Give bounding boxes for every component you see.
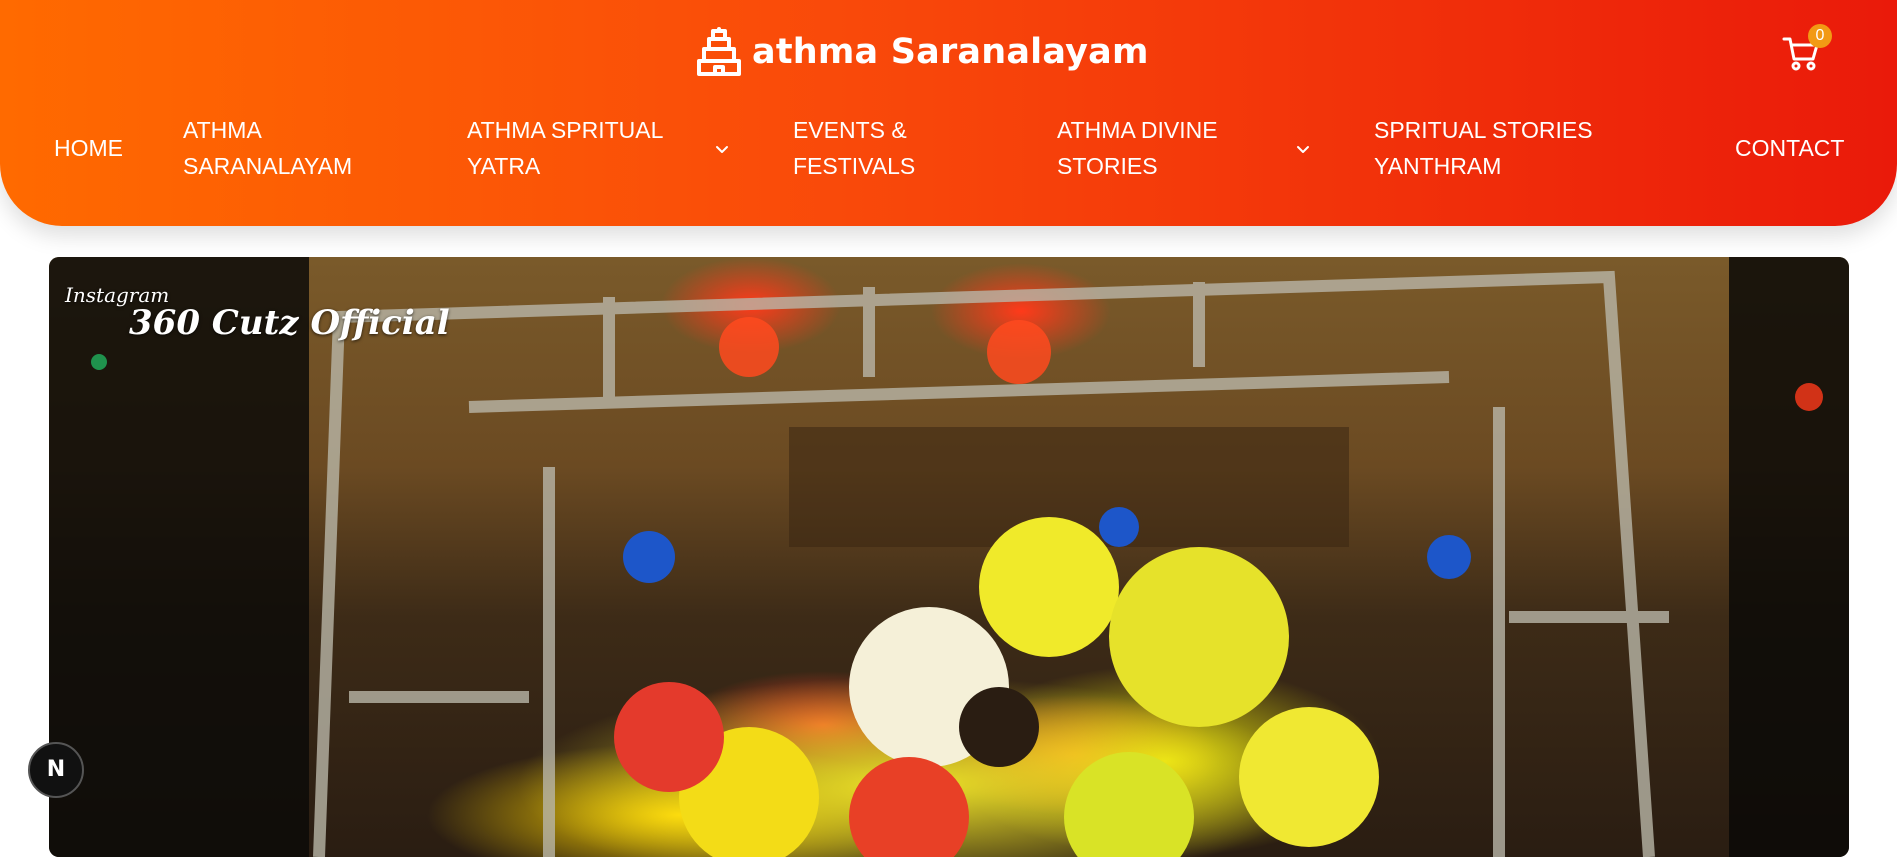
nav-spritual-stories-yanthram[interactable]: SPRITUAL STORIES YANTHRAM — [1374, 112, 1593, 184]
nav-athma-spritual-yatra-line-1: ATHMA SPRITUAL — [467, 117, 664, 143]
nav-athma-spritual-yatra[interactable]: ATHMA SPRITUAL YATRA — [467, 112, 663, 184]
nav-events-festivals[interactable]: EVENTS & FESTIVALS — [793, 112, 915, 184]
nav-home[interactable]: HOME — [54, 130, 123, 166]
chevron-down-icon[interactable] — [714, 141, 730, 157]
nav-spritual-stories-yanthram-line-1: SPRITUAL STORIES — [1374, 117, 1593, 143]
nav-athma-saranalayam[interactable]: ATHMA SARANALAYAM — [183, 112, 352, 184]
hero-image: Instagram 360 Cutz Official — [49, 257, 1849, 857]
cart-button[interactable]: 0 — [1782, 24, 1832, 74]
nav-athma-divine-stories-line-1: ATHMA DIVINE — [1057, 117, 1218, 143]
nav-contact[interactable]: CONTACT — [1735, 130, 1844, 166]
dev-badge-label: N — [46, 757, 66, 782]
chevron-down-icon[interactable] — [1295, 141, 1311, 157]
temple-gopuram-icon — [697, 27, 741, 76]
watermark-main: 360 Cutz Official — [129, 303, 450, 343]
nav-athma-divine-stories-line-2: STORIES — [1057, 153, 1158, 179]
instagram-watermark: Instagram 360 Cutz Official — [65, 283, 450, 343]
brand-name: athma Saranalayam — [752, 32, 1149, 72]
nav-athma-saranalayam-line-2: SARANALAYAM — [183, 153, 353, 179]
hero-temple-chariot-illustration — [49, 257, 1849, 857]
site-header: athma Saranalayam 0 HOME ATHMA SARANALAY… — [0, 0, 1897, 226]
nav-athma-divine-stories[interactable]: ATHMA DIVINE STORIES — [1057, 112, 1218, 184]
nav-spritual-stories-yanthram-line-2: YANTHRAM — [1374, 153, 1502, 179]
nav-home-label: HOME — [54, 135, 123, 161]
dev-tools-badge[interactable]: N — [28, 742, 84, 798]
nav-athma-spritual-yatra-line-2: YATRA — [467, 153, 541, 179]
brand-logo[interactable]: athma Saranalayam — [696, 22, 1149, 82]
nav-events-festivals-line-1: EVENTS & — [793, 117, 907, 143]
nav-events-festivals-line-2: FESTIVALS — [793, 153, 916, 179]
nav-athma-saranalayam-line-1: ATHMA — [183, 117, 262, 143]
nav-contact-label: CONTACT — [1735, 135, 1845, 161]
cart-count-badge: 0 — [1808, 24, 1832, 48]
